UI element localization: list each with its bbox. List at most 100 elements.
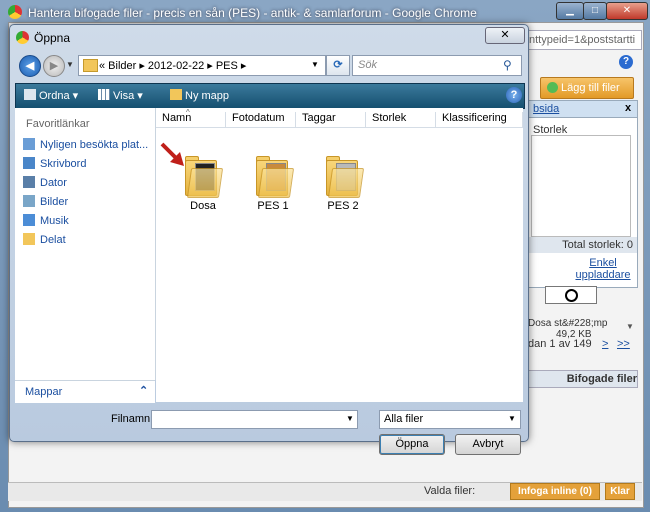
filename-dropdown-icon[interactable]: ▼ [346,414,354,423]
plus-icon [547,82,558,93]
breadcrumb[interactable]: « Bilder ▸ 2012-02-22 ▸ PES ▸ [99,59,246,72]
upload-list[interactable] [531,135,631,237]
sidebar-item-shared[interactable]: Delat [23,233,66,249]
selected-files-label: Valda filer: [424,485,476,497]
filetype-value: Alla filer [384,413,424,425]
sidebar-item-computer[interactable]: Dator [23,176,67,192]
search-box[interactable]: Sök ⚲ [352,55,522,76]
navigation-pane: Favoritlänkar Nyligen besökta plat... Sk… [15,108,156,380]
open-button[interactable]: Öppna [379,434,445,455]
url-bar[interactable]: nttypeid=1&poststartti [528,30,642,50]
column-size[interactable]: Storlek [366,112,436,127]
forward-button[interactable]: ▶ [43,55,65,77]
file-name[interactable]: Dosa [168,200,238,212]
sidebar-item-desktop[interactable]: Skrivbord [23,157,86,173]
column-tags[interactable]: Taggar [296,112,366,127]
refresh-button[interactable]: ⟳ [326,55,350,76]
sidebar-item-label: Delat [40,234,66,246]
computer-icon [23,176,35,188]
folder-item-pes2[interactable] [322,154,365,198]
column-headers: Namn Fotodatum Taggar Storlek Klassifice… [156,110,523,128]
file-name[interactable]: PES 1 [238,200,308,212]
organize-icon [24,89,36,100]
window-title: Hantera bifogade filer - precis en sån (… [28,6,477,20]
folders-toggle[interactable]: Mappar ⌃ [15,380,155,403]
desktop-icon [23,157,35,169]
address-bar[interactable]: « Bilder ▸ 2012-02-22 ▸ PES ▸ ▼ [78,55,326,76]
add-files-label: Lägg till filer [561,82,620,94]
filename-label: Filnamn: [111,413,154,425]
sidebar-item-music[interactable]: Musik [23,214,69,230]
sidebar-item-label: Dator [40,177,67,189]
attachment-thumbnail[interactable] [545,286,597,304]
open-file-dialog: Öppna ✕ ◀ ▶ ▼ « Bilder ▸ 2012-02-22 ▸ PE… [9,24,529,455]
folders-label: Mappar [25,386,63,398]
pager-text: dan 1 av 149 [528,338,592,350]
back-button[interactable]: ◀ [19,55,41,77]
organize-menu[interactable]: Ordna ▾ [24,89,78,102]
organize-label: Ordna [39,90,70,102]
pager-last-link[interactable]: >> [617,338,630,350]
dialog-title: Öppna [34,31,71,45]
cancel-button[interactable]: Avbryt [455,434,521,455]
sidebar-item-label: Musik [40,215,69,227]
search-icon[interactable]: ⚲ [503,58,512,72]
new-folder-button[interactable]: Ny mapp [170,89,229,102]
minimize-button[interactable]: ▁ [556,2,584,20]
music-icon [23,214,35,226]
toolbar: Ordna ▾ Visa ▾ Ny mapp ? [15,83,525,109]
window-close-button[interactable]: ✕ [606,2,648,20]
done-button[interactable]: Klar [605,483,635,500]
filetype-select[interactable]: Alla filer ▼ [379,410,521,429]
sidebar-item-recent[interactable]: Nyligen besökta plat... [23,138,148,154]
shared-folder-icon [23,233,35,245]
add-files-button[interactable]: Lägg till filer [540,77,634,99]
help-icon[interactable]: ? [506,87,522,103]
chrome-logo-icon [8,5,22,19]
sidebar-item-label: Skrivbord [40,158,87,170]
red-arrow-icon [160,142,184,166]
new-folder-label: Ny mapp [185,90,230,102]
folder-icon [83,59,98,72]
folder-item-pes1[interactable] [252,154,295,198]
chevron-up-icon: ⌃ [139,385,149,397]
filetype-dropdown-icon: ▼ [508,414,516,423]
sidebar-item-pictures[interactable]: Bilder [23,195,68,211]
scroll-down-icon[interactable]: ▼ [626,322,634,331]
pager-next-link[interactable]: > [602,338,608,350]
history-dropdown-icon[interactable]: ▼ [66,60,74,69]
page-help-icon[interactable]: ? [619,55,633,69]
sort-arrow-icon: ^ [186,108,190,117]
search-input[interactable]: Sök [358,59,377,71]
total-size: Total storlek: 0 [529,237,637,253]
panel-link[interactable]: bsida [533,103,559,115]
maximize-button[interactable]: □ [583,2,607,20]
dialog-chrome-icon [16,31,29,44]
attachment-name: Dosa st&#228;mp [528,318,608,329]
attached-files-header: Bifogade filer [528,370,638,388]
upload-panel: bsida x Storlek Total storlek: 0 Enkel u… [528,100,638,288]
refresh-icon: ⟳ [333,59,343,71]
back-arrow-icon: ◀ [25,60,35,72]
file-list: Namn Fotodatum Taggar Storlek Klassifice… [156,108,523,402]
pictures-icon [23,195,35,207]
sidebar-item-label: Bilder [40,196,69,208]
column-name[interactable]: Namn [156,112,226,127]
address-dropdown-icon[interactable]: ▼ [311,60,319,69]
favorites-header: Favoritlänkar [26,118,90,130]
dialog-close-button[interactable]: ✕ [485,27,525,44]
recent-places-icon [23,138,35,150]
column-photo-date[interactable]: Fotodatum [226,112,296,127]
folder-item-dosa[interactable] [181,154,224,198]
simple-upload-link[interactable]: Enkel uppladdare [569,257,637,281]
view-menu[interactable]: Visa ▾ [98,89,143,102]
file-name[interactable]: PES 2 [308,200,378,212]
sidebar-item-label: Nyligen besökta plat... [40,139,149,151]
filename-input[interactable]: ▼ [151,410,358,429]
view-label: Visa [113,90,135,102]
panel-close-icon[interactable]: x [625,102,631,114]
circle-icon [565,289,578,302]
insert-inline-button[interactable]: Infoga inline (0) [510,483,600,500]
panel-header: bsida x [529,101,637,118]
column-rating[interactable]: Klassificering [436,112,523,127]
